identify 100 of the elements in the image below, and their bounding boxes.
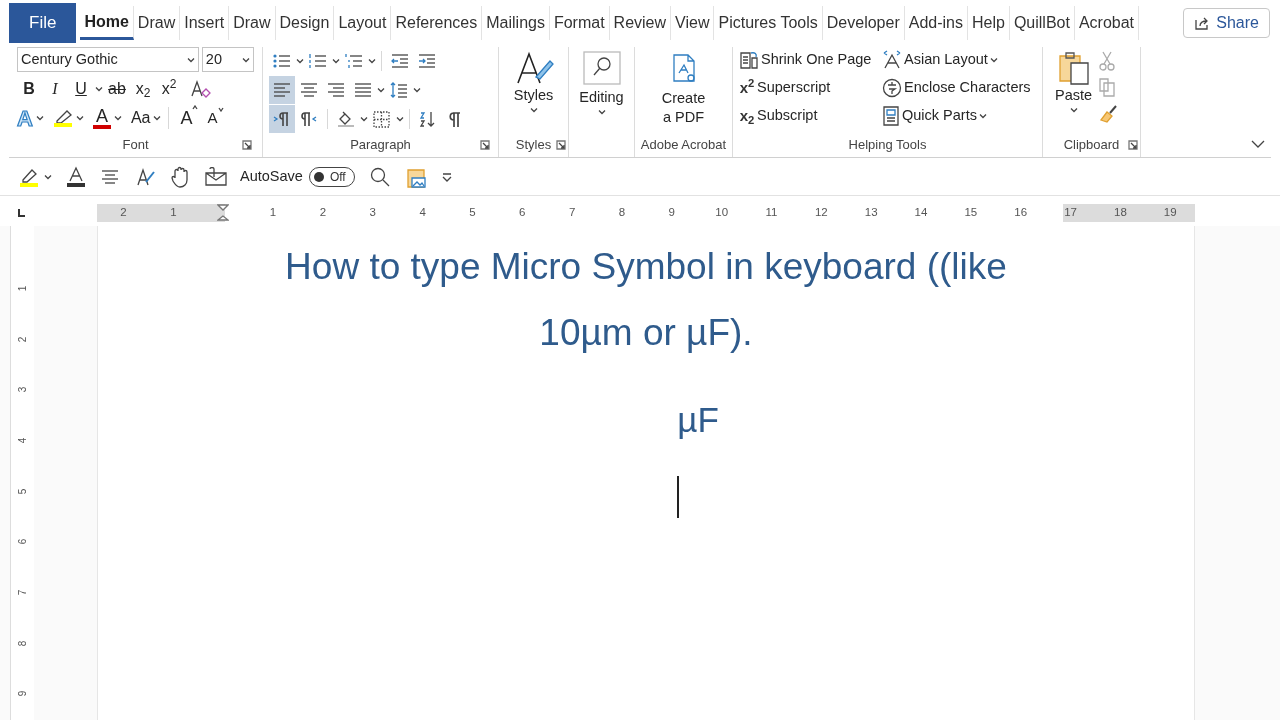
ruler-number: 17 — [1064, 205, 1077, 221]
indent-marker-icon[interactable] — [217, 204, 230, 222]
ribbon-tab[interactable]: Design — [275, 6, 335, 40]
subscript-button[interactable]: x$_{2}$ — [131, 76, 155, 101]
document-text: µF — [676, 399, 719, 441]
ribbon-tab[interactable]: Acrobat — [1074, 6, 1140, 40]
share-icon[interactable] — [1194, 16, 1211, 30]
ribbon-tab[interactable]: References — [391, 6, 483, 40]
group-label: Clipboard — [1063, 136, 1120, 155]
ribbon-tab[interactable]: Developer — [822, 6, 905, 40]
caret-icon[interactable] — [360, 115, 368, 122]
ribbon-tab[interactable]: Format — [549, 6, 610, 40]
ruler-number: 5 — [16, 488, 29, 494]
file-tab[interactable]: File — [9, 3, 77, 43]
right-to-left-icon — [299, 109, 319, 128]
caret-up-icon[interactable] — [192, 104, 199, 110]
caret-icon[interactable] — [1069, 106, 1078, 113]
shrink-page-icon[interactable] — [739, 50, 759, 70]
ruler-number: 4 — [419, 205, 426, 221]
left-to-right-button[interactable] — [269, 104, 295, 133]
caret-icon[interactable] — [368, 57, 376, 64]
subscript-button[interactable]: x$_{2}$ Subscript — [739, 105, 882, 127]
search-icon[interactable] — [368, 165, 391, 188]
caret-icon[interactable] — [296, 57, 304, 64]
enclose-characters-icon[interactable] — [882, 78, 902, 98]
bold-button[interactable]: B — [17, 76, 41, 101]
caret-icon[interactable] — [242, 56, 250, 63]
superscript-button[interactable]: x$^{2}$ Superscript — [739, 77, 882, 99]
caret-icon[interactable] — [989, 57, 998, 63]
tab-stop-icon[interactable] — [16, 208, 26, 218]
clear-formatting-icon[interactable] — [189, 78, 211, 99]
caret-icon[interactable] — [529, 106, 538, 113]
ribbon-tab[interactable]: Home — [80, 6, 134, 40]
dialog-launcher-icon[interactable] — [480, 140, 490, 150]
caret-icon[interactable] — [95, 85, 103, 92]
align-left-button[interactable] — [269, 75, 295, 104]
font-size-field[interactable]: 20 — [201, 47, 254, 72]
caret-icon[interactable] — [377, 86, 385, 93]
line-spacing-icon — [389, 80, 409, 99]
caret-icon[interactable] — [44, 173, 52, 180]
dialog-launcher-icon[interactable] — [242, 140, 252, 150]
caret-icon[interactable] — [413, 86, 421, 93]
italic-button[interactable]: I — [43, 76, 67, 101]
styles-button[interactable]: Styles — [499, 47, 568, 113]
shrink-one-page-button[interactable]: Shrink One Page — [739, 49, 882, 71]
customize-toolbar-icon[interactable] — [440, 170, 453, 183]
superscript-button[interactable]: x$^{2}$ — [157, 76, 181, 101]
enclose-characters-button[interactable]: Enclose Characters — [882, 77, 1042, 99]
ruler-number: 2 — [16, 336, 29, 342]
strike-button[interactable]: ab — [105, 76, 129, 101]
ribbon-tab[interactable]: Draw — [229, 6, 276, 40]
ribbon-tab[interactable]: Pictures Tools — [714, 6, 823, 40]
caret-icon[interactable] — [217, 106, 224, 112]
font-color-icon[interactable] — [66, 165, 86, 188]
ribbon-tab[interactable]: Add-ins — [904, 6, 968, 40]
editing-button[interactable]: Editing — [569, 47, 634, 115]
ruler-number: 5 — [469, 205, 476, 221]
quick-parts-icon[interactable] — [882, 106, 900, 126]
shrink-font-button[interactable]: A — [207, 106, 224, 130]
dialog-launcher-icon[interactable] — [1128, 140, 1138, 150]
align-center-icon[interactable] — [100, 167, 120, 186]
format-painter-icon[interactable] — [1098, 103, 1119, 123]
caret-icon[interactable] — [332, 57, 340, 64]
ribbon-tab[interactable]: Mailings — [482, 6, 550, 40]
caret-icon[interactable] — [153, 115, 162, 121]
grow-font-button[interactable]: A — [180, 104, 199, 132]
underline-button[interactable]: U — [69, 76, 93, 101]
caret-icon[interactable] — [35, 115, 44, 121]
hand-icon[interactable] — [170, 165, 190, 188]
align-center-icon — [299, 80, 319, 99]
caret-icon[interactable] — [186, 56, 195, 63]
ribbon-tab[interactable]: Draw — [133, 6, 181, 40]
group-label: Styles — [515, 136, 552, 155]
caret-icon[interactable] — [75, 115, 84, 121]
increase-indent-icon — [417, 51, 437, 70]
group-label: Font — [122, 136, 149, 155]
quick-parts-button[interactable]: Quick Parts — [882, 105, 1042, 127]
share-button[interactable]: Share — [1183, 8, 1270, 38]
search-icon[interactable] — [582, 51, 621, 85]
font-name-field[interactable]: Century Gothic — [17, 47, 199, 72]
ribbon-tab[interactable]: Layout — [334, 6, 392, 40]
ribbon-tab[interactable]: Help — [967, 6, 1010, 40]
caret-icon[interactable] — [113, 115, 122, 121]
email-attachment-icon[interactable] — [204, 166, 228, 187]
caret-icon[interactable] — [978, 113, 987, 119]
paste-button[interactable]: Paste — [1055, 47, 1093, 123]
ribbon-tab[interactable]: QuillBot — [1009, 6, 1075, 40]
caret-icon[interactable] — [597, 108, 606, 115]
clipboard-icon[interactable] — [1056, 51, 1091, 85]
asian-layout-icon[interactable] — [882, 50, 902, 70]
asian-layout-button[interactable]: Asian Layout — [882, 49, 1042, 71]
font-color-button[interactable]: A — [95, 107, 108, 125]
caret-icon[interactable] — [396, 115, 404, 122]
collapse-ribbon-icon[interactable] — [1251, 140, 1265, 149]
change-case-button[interactable]: Aa — [130, 106, 151, 130]
ribbon-tab[interactable]: Insert — [180, 6, 230, 40]
ribbon-tab[interactable]: Review — [609, 6, 672, 40]
dialog-launcher-icon[interactable] — [556, 140, 566, 150]
ribbon-tab[interactable]: View — [671, 6, 715, 40]
create-pdf-button[interactable]: Create a PDF — [635, 47, 732, 127]
